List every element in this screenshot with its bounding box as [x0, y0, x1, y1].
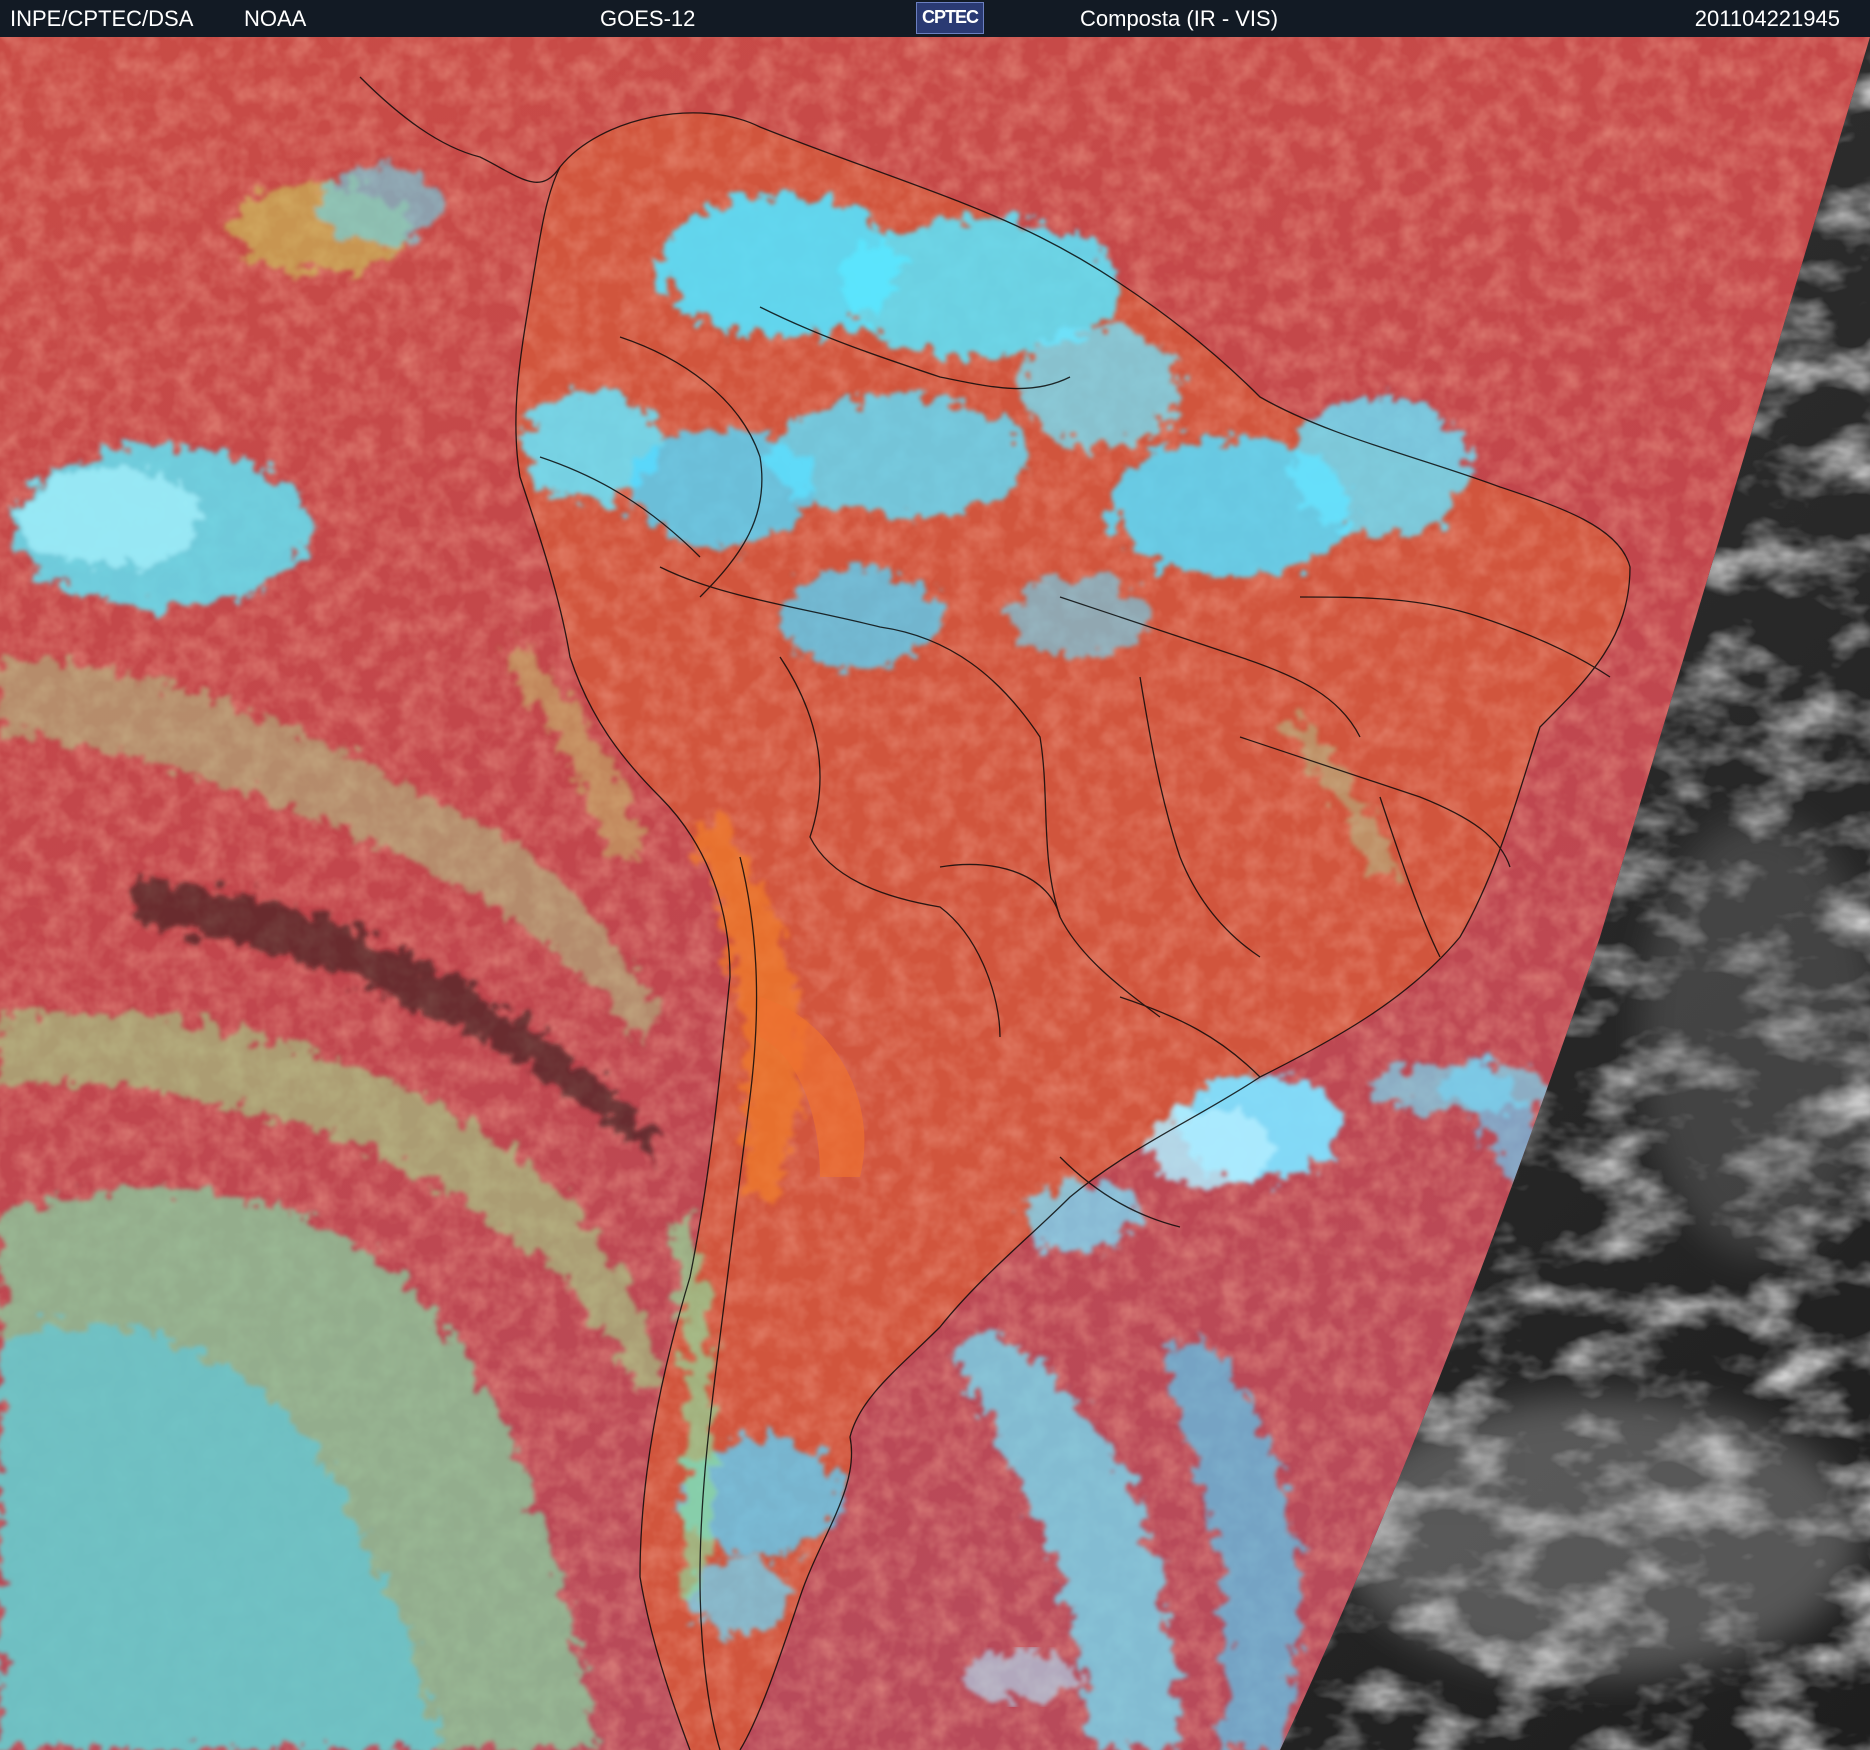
- satellite-label: GOES-12: [600, 6, 696, 31]
- agency-label: INPE/CPTEC/DSA: [10, 6, 194, 31]
- logo-text: CPTEC: [921, 7, 979, 27]
- timestamp-label: 201104221945: [1694, 6, 1840, 31]
- satellite-image: [0, 37, 1870, 1750]
- satellite-viewer: INPE/CPTEC/DSA NOAA GOES-12 CPTEC Compos…: [0, 0, 1870, 1750]
- product-label: Composta (IR - VIS): [1080, 6, 1279, 31]
- image-header-bar: INPE/CPTEC/DSA NOAA GOES-12 CPTEC Compos…: [0, 0, 1870, 37]
- partner-label: NOAA: [244, 6, 307, 31]
- falklands-cloud: [960, 1652, 1080, 1702]
- cptec-logo: CPTEC: [916, 2, 984, 34]
